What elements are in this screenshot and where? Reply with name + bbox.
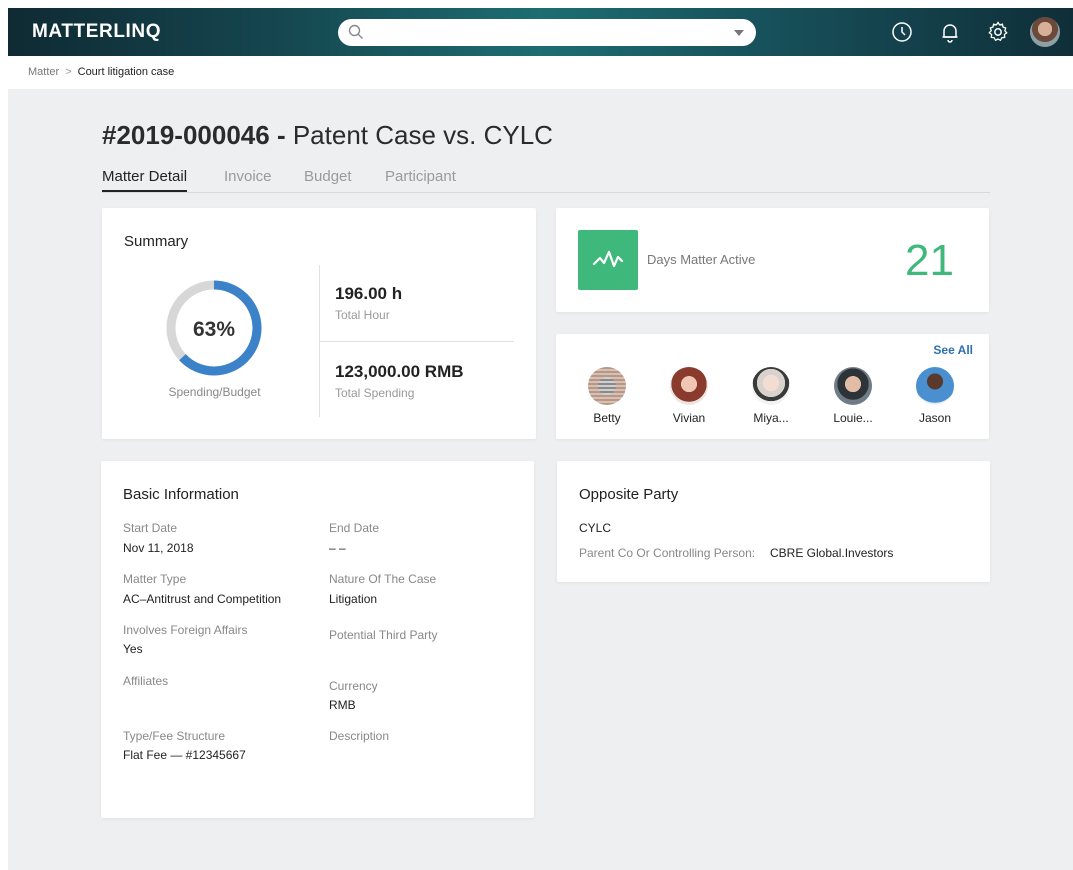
basic-information-title: Basic Information: [123, 486, 239, 503]
activity-pulse-icon: [592, 250, 624, 268]
participants-card: See All Betty Vivian Miya... Louie... Ja…: [556, 334, 989, 439]
summary-card: Summary 63% Spending/Budget 196.00 h Tot…: [102, 208, 536, 439]
description-label: Description: [329, 729, 390, 743]
bell-icon[interactable]: [938, 20, 962, 44]
search-bar[interactable]: [338, 19, 756, 46]
tab-invoice[interactable]: Invoice: [224, 168, 272, 185]
participant-avatar: [752, 367, 790, 405]
search-input[interactable]: [372, 22, 712, 43]
participant-name: Miya...: [753, 411, 789, 425]
tab-matter-detail[interactable]: Matter Detail: [102, 168, 188, 192]
days-active-label: Days Matter Active: [647, 252, 756, 267]
foreign-affairs-label: Involves Foreign Affairs: [123, 623, 248, 637]
tab-budget[interactable]: Budget: [304, 168, 352, 185]
participant-avatar: [834, 367, 872, 405]
matter-number: #2019-000046 -: [102, 120, 286, 150]
participant-vivian[interactable]: Vivian: [659, 367, 719, 425]
affiliates-label: Affiliates: [123, 674, 169, 688]
gear-icon[interactable]: [986, 20, 1010, 44]
opposite-party-card: Opposite Party CYLC Parent Co Or Control…: [557, 461, 990, 582]
start-date-label: Start Date: [123, 521, 178, 535]
nature-of-case-label: Nature Of The Case: [329, 572, 437, 586]
participant-betty[interactable]: Betty: [577, 367, 637, 425]
fee-structure-label: Type/Fee Structure: [123, 729, 226, 743]
parent-company-value: CBRE Global.Investors: [770, 546, 894, 560]
spending-percent: 63%: [192, 318, 236, 341]
participant-avatar: [670, 367, 708, 405]
start-date-value: Nov 11, 2018: [123, 541, 194, 555]
app-logo[interactable]: MATTERLINQ: [32, 21, 161, 43]
summary-title: Summary: [124, 233, 189, 250]
basic-information-card: Basic Information Start Date Nov 11, 201…: [101, 461, 534, 818]
end-date-label: End Date: [329, 521, 380, 535]
tab-bar: Matter Detail Invoice Budget Participant: [102, 168, 990, 193]
opposite-party-name: CYLC: [579, 521, 612, 535]
see-all-link[interactable]: See All: [933, 343, 973, 357]
total-hour-value: 196.00 h: [335, 284, 403, 303]
days-active-card: Days Matter Active 21: [556, 208, 989, 312]
tab-participant[interactable]: Participant: [385, 168, 456, 185]
participant-avatar: [916, 367, 954, 405]
clock-icon[interactable]: [890, 20, 914, 44]
foreign-affairs-value: Yes: [123, 642, 143, 656]
matter-name: Patent Case vs. CYLC: [292, 120, 553, 150]
summary-horizontal-divider: [320, 341, 514, 342]
search-icon: [348, 24, 363, 39]
participant-jason[interactable]: Jason: [905, 367, 965, 425]
participant-name: Louie...: [833, 411, 873, 425]
participant-name: Betty: [593, 411, 621, 425]
participant-louie[interactable]: Louie...: [823, 367, 883, 425]
parent-company-label: Parent Co Or Controlling Person:: [579, 546, 756, 560]
page-title: #2019-000046 - Patent Case vs. CYLC: [102, 120, 553, 151]
potential-third-party-label: Potential Third Party: [329, 628, 438, 642]
total-spending-label: Total Spending: [335, 386, 415, 400]
search-dropdown-caret-icon[interactable]: [734, 30, 744, 36]
end-date-value: – –: [329, 541, 346, 555]
breadcrumb-parent[interactable]: Matter: [28, 66, 59, 78]
days-active-value: 21: [905, 236, 954, 285]
matter-type-value: AC–Antitrust and Competition: [123, 592, 282, 606]
breadcrumb: Matter > Court litigation case: [28, 66, 174, 78]
matter-type-label: Matter Type: [123, 572, 187, 586]
participant-miya[interactable]: Miya...: [741, 367, 801, 425]
total-spending-value: 123,000.00 RMB: [335, 362, 464, 381]
breadcrumb-separator: >: [65, 66, 72, 78]
participant-name: Jason: [918, 411, 952, 425]
participant-name: Vivian: [672, 411, 706, 425]
nature-of-case-value: Litigation: [329, 592, 378, 606]
spending-budget-label: Spending/Budget: [168, 385, 261, 399]
activity-tile: [578, 230, 638, 290]
currency-label: Currency: [329, 679, 378, 693]
breadcrumb-current: Court litigation case: [77, 66, 175, 78]
total-hour-label: Total Hour: [335, 308, 390, 322]
opposite-party-title: Opposite Party: [579, 486, 679, 503]
fee-structure-value: Flat Fee — #12345667: [123, 748, 246, 762]
user-avatar[interactable]: [1030, 17, 1060, 47]
top-navigation-bar: MATTERLINQ: [8, 8, 1073, 56]
currency-value: RMB: [329, 698, 356, 712]
participant-avatar: [588, 367, 626, 405]
